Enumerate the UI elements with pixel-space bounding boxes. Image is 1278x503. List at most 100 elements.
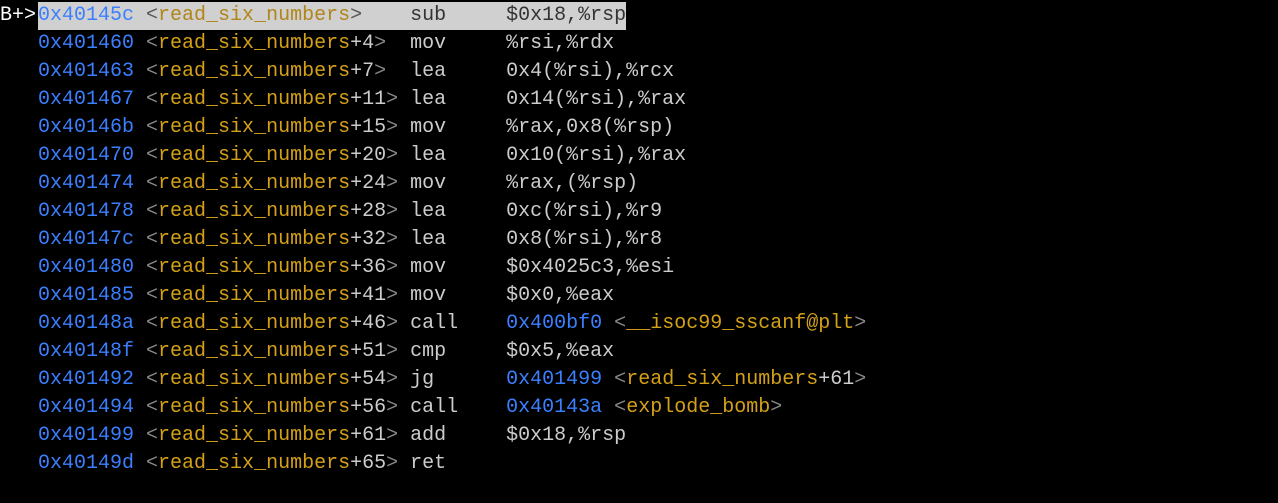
disasm-line[interactable]: 0x401463 <read_six_numbers+7> lea 0x4(%r… xyxy=(0,58,1278,86)
breakpoint-marker xyxy=(0,282,38,310)
operands: %rsi,%rdx xyxy=(506,32,614,55)
operands: %rax,0x8(%rsp) xyxy=(506,116,674,139)
disasm-line[interactable]: 0x40148a <read_six_numbers+46> call 0x40… xyxy=(0,310,1278,338)
disasm-line[interactable]: 0x401460 <read_six_numbers+4> mov %rsi,%… xyxy=(0,30,1278,58)
angle-bracket-close: > xyxy=(374,32,386,55)
angle-bracket-open: < xyxy=(146,396,158,419)
mnemonic: sub xyxy=(410,2,506,30)
operands: %rax,(%rsp) xyxy=(506,172,638,195)
mnemonic: mov xyxy=(410,114,506,142)
angle-bracket-close: > xyxy=(386,200,398,223)
disasm-line[interactable]: 0x401499 <read_six_numbers+61> add $0x18… xyxy=(0,422,1278,450)
angle-bracket-open: < xyxy=(146,200,158,223)
instruction-address: 0x40146b xyxy=(38,116,134,139)
instruction-segment: 0x40149d <read_six_numbers+65> ret xyxy=(38,450,506,478)
angle-bracket-close: > xyxy=(386,116,398,139)
function-name: read_six_numbers xyxy=(158,256,350,279)
breakpoint-marker xyxy=(0,422,38,450)
instruction-address: 0x401470 xyxy=(38,144,134,167)
instruction-address: 0x401492 xyxy=(38,368,134,391)
disasm-line[interactable]: 0x401480 <read_six_numbers+36> mov $0x40… xyxy=(0,254,1278,282)
angle-bracket-close: > xyxy=(386,144,398,167)
function-name: read_six_numbers xyxy=(158,228,350,251)
mnemonic: call xyxy=(410,310,506,338)
angle-bracket-open: < xyxy=(146,340,158,363)
instruction-segment: 0x401467 <read_six_numbers+11> lea 0x14(… xyxy=(38,86,686,114)
operands: 0x14(%rsi),%rax xyxy=(506,88,686,111)
instruction-segment: 0x401474 <read_six_numbers+24> mov %rax,… xyxy=(38,170,638,198)
breakpoint-marker xyxy=(0,310,38,338)
instruction-address: 0x401460 xyxy=(38,32,134,55)
angle-bracket-open: < xyxy=(146,144,158,167)
instruction-segment: 0x401492 <read_six_numbers+54> jg 0x4014… xyxy=(38,366,866,394)
instruction-segment: 0x401478 <read_six_numbers+28> lea 0xc(%… xyxy=(38,198,662,226)
operands: $0x0,%eax xyxy=(506,284,614,307)
function-name: read_six_numbers xyxy=(158,32,350,55)
breakpoint-marker: B+> xyxy=(0,2,38,30)
disassembly-view[interactable]: B+>0x40145c <read_six_numbers> sub $0x18… xyxy=(0,2,1278,478)
disasm-line[interactable]: 0x40149d <read_six_numbers+65> ret xyxy=(0,450,1278,478)
instruction-segment: 0x401480 <read_six_numbers+36> mov $0x40… xyxy=(38,254,674,282)
function-name: read_six_numbers xyxy=(158,144,350,167)
function-offset: +65 xyxy=(350,452,386,475)
instruction-segment: 0x40148f <read_six_numbers+51> cmp $0x5,… xyxy=(38,338,614,366)
breakpoint-marker xyxy=(0,338,38,366)
angle-bracket-open: < xyxy=(146,4,158,27)
angle-bracket-close: > xyxy=(386,172,398,195)
disasm-line[interactable]: 0x401470 <read_six_numbers+20> lea 0x10(… xyxy=(0,142,1278,170)
disasm-line[interactable]: 0x401485 <read_six_numbers+41> mov $0x0,… xyxy=(0,282,1278,310)
disasm-line[interactable]: 0x401478 <read_six_numbers+28> lea 0xc(%… xyxy=(0,198,1278,226)
instruction-segment: 0x40145c <read_six_numbers> sub $0x18,%r… xyxy=(38,2,626,30)
target-address: 0x400bf0 xyxy=(506,312,602,335)
disasm-line[interactable]: B+>0x40145c <read_six_numbers> sub $0x18… xyxy=(0,2,1278,30)
function-name: read_six_numbers xyxy=(158,4,350,27)
breakpoint-marker xyxy=(0,58,38,86)
disasm-line[interactable]: 0x401474 <read_six_numbers+24> mov %rax,… xyxy=(0,170,1278,198)
function-offset: +56 xyxy=(350,396,386,419)
function-name: read_six_numbers xyxy=(158,116,350,139)
angle-bracket-open: < xyxy=(146,172,158,195)
disasm-line[interactable]: 0x40147c <read_six_numbers+32> lea 0x8(%… xyxy=(0,226,1278,254)
disasm-line[interactable]: 0x401492 <read_six_numbers+54> jg 0x4014… xyxy=(0,366,1278,394)
mnemonic: mov xyxy=(410,30,506,58)
angle-bracket-close: > xyxy=(386,396,398,419)
mnemonic: lea xyxy=(410,142,506,170)
mnemonic: jg xyxy=(410,366,506,394)
angle-bracket-close: > xyxy=(350,4,362,27)
function-name: read_six_numbers xyxy=(158,452,350,475)
function-offset: +61 xyxy=(350,424,386,447)
angle-bracket-close: > xyxy=(386,340,398,363)
angle-bracket-open: < xyxy=(146,256,158,279)
disasm-line[interactable]: 0x40148f <read_six_numbers+51> cmp $0x5,… xyxy=(0,338,1278,366)
instruction-address: 0x40145c xyxy=(38,4,134,27)
instruction-address: 0x401463 xyxy=(38,60,134,83)
angle-bracket-open: < xyxy=(146,312,158,335)
target-function: __isoc99_sscanf@plt xyxy=(626,312,854,335)
disasm-line[interactable]: 0x401467 <read_six_numbers+11> lea 0x14(… xyxy=(0,86,1278,114)
target-function: explode_bomb xyxy=(626,396,770,419)
function-name: read_six_numbers xyxy=(158,368,350,391)
function-name: read_six_numbers xyxy=(158,284,350,307)
mnemonic: cmp xyxy=(410,338,506,366)
mnemonic: add xyxy=(410,422,506,450)
disasm-line[interactable]: 0x401494 <read_six_numbers+56> call 0x40… xyxy=(0,394,1278,422)
instruction-segment: 0x401470 <read_six_numbers+20> lea 0x10(… xyxy=(38,142,686,170)
function-offset: +36 xyxy=(350,256,386,279)
instruction-address: 0x401478 xyxy=(38,200,134,223)
angle-bracket-open: < xyxy=(146,60,158,83)
operands: $0x4025c3,%esi xyxy=(506,256,674,279)
mnemonic: lea xyxy=(410,58,506,86)
angle-bracket-close: > xyxy=(386,312,398,335)
breakpoint-marker xyxy=(0,30,38,58)
angle-bracket-close: > xyxy=(386,256,398,279)
angle-bracket-close: > xyxy=(386,228,398,251)
angle-bracket-open: < xyxy=(146,32,158,55)
function-name: read_six_numbers xyxy=(158,60,350,83)
mnemonic: call xyxy=(410,394,506,422)
breakpoint-marker xyxy=(0,86,38,114)
disasm-line[interactable]: 0x40146b <read_six_numbers+15> mov %rax,… xyxy=(0,114,1278,142)
instruction-segment: 0x40146b <read_six_numbers+15> mov %rax,… xyxy=(38,114,674,142)
instruction-segment: 0x401499 <read_six_numbers+61> add $0x18… xyxy=(38,422,626,450)
instruction-address: 0x401494 xyxy=(38,396,134,419)
instruction-address: 0x401499 xyxy=(38,424,134,447)
